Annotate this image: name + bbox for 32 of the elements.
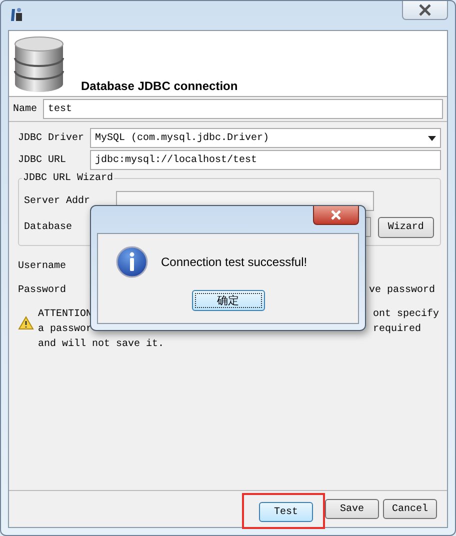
warning-text: and will not save it. — [38, 338, 164, 352]
warning-text: ont specify — [372, 308, 439, 322]
field-label: Password — [18, 284, 66, 296]
wizard-button[interactable]: Wizard — [378, 216, 434, 238]
checkbox-label: ve password — [368, 284, 435, 296]
warning-text: a passwor — [38, 323, 94, 337]
dialog-button[interactable]: Test — [259, 502, 313, 522]
close-button[interactable] — [313, 206, 359, 225]
field-label: Name — [13, 104, 38, 114]
dialog-button[interactable]: Cancel — [383, 499, 437, 519]
warning-icon — [18, 316, 34, 330]
dialog-heading: Database JDBC connection — [81, 79, 238, 93]
dropdown-arrow-icon — [428, 136, 436, 140]
field-label: Database — [24, 222, 74, 232]
field-label: JDBC Driver — [18, 132, 86, 144]
name-field[interactable]: test — [43, 99, 443, 119]
info-icon — [116, 246, 148, 278]
close-button[interactable] — [402, 1, 448, 20]
warning-text: ATTENTION — [38, 308, 94, 322]
field-label: Server Addr — [24, 196, 92, 206]
field-label: Username — [18, 260, 66, 272]
warning-text: required — [372, 323, 422, 337]
driver-dropdown[interactable]: MySQL (com.mysql.jdbc.Driver) — [90, 128, 441, 148]
database-icon — [13, 36, 65, 94]
close-icon — [330, 210, 342, 220]
dialog-message: Connection test successful! — [161, 255, 308, 269]
close-icon — [418, 4, 432, 16]
ok-button[interactable]: 确定 — [192, 290, 264, 311]
field-label: JDBC URL — [18, 154, 68, 166]
url-field[interactable]: jdbc:mysql://localhost/test — [90, 150, 441, 170]
app-icon — [10, 7, 24, 23]
dialog-button[interactable]: Save — [325, 499, 379, 519]
